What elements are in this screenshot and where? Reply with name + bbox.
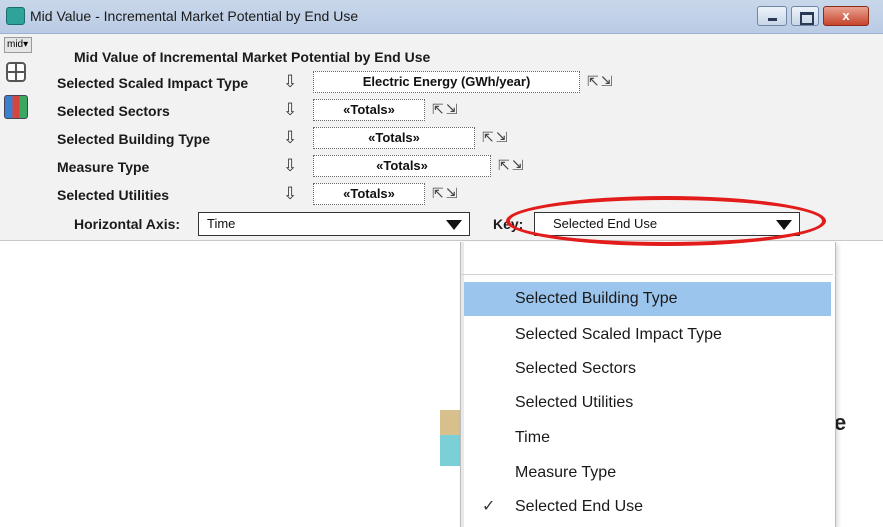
graph-view-icon[interactable]	[4, 95, 28, 119]
dropdown-item-building-type[interactable]: Selected Building Type	[464, 282, 831, 316]
row-action-icons[interactable]: ⇱⇲	[432, 101, 459, 118]
minimize-button[interactable]	[757, 6, 787, 26]
dropdown-item-sectors[interactable]: Selected Sectors	[464, 352, 831, 386]
dropdown-item-label: Selected Scaled Impact Type	[515, 326, 722, 343]
dropdown-item-label: Measure Type	[515, 464, 617, 481]
dropdown-item-label: Selected Sectors	[515, 360, 636, 377]
key-dropdown-list[interactable]: Selected Building Type Selected Scaled I…	[460, 242, 836, 527]
row-action-icons[interactable]: ⇱⇲	[587, 73, 614, 90]
building-type-field[interactable]: «Totals»	[313, 127, 475, 149]
horizontal-axis-value: Time	[207, 216, 236, 231]
dropdown-header-strip	[461, 242, 833, 275]
app-icon	[6, 7, 25, 25]
horizontal-axis-select[interactable]: Time	[198, 212, 470, 236]
maximize-button[interactable]	[791, 6, 819, 26]
dropdown-item-end-use[interactable]: ✓ Selected End Use	[464, 490, 831, 524]
close-icon: x	[842, 8, 850, 23]
dropdown-item-utilities[interactable]: Selected Utilities	[464, 386, 831, 420]
row-action-icons[interactable]: ⇱⇲	[498, 157, 525, 174]
utilities-field[interactable]: «Totals»	[313, 183, 425, 205]
panel-heading: Mid Value of Incremental Market Potentia…	[74, 49, 431, 65]
row-action-icons[interactable]: ⇱⇲	[482, 129, 509, 146]
table-view-icon[interactable]	[6, 62, 26, 82]
checkmark-icon: ✓	[482, 498, 496, 515]
title-bar[interactable]: Mid Value - Incremental Market Potential…	[0, 0, 883, 34]
sectors-field[interactable]: «Totals»	[313, 99, 425, 121]
down-arrow-icon[interactable]: ⇩	[283, 185, 297, 203]
down-arrow-icon[interactable]: ⇩	[283, 73, 297, 91]
measure-type-field[interactable]: «Totals»	[313, 155, 491, 177]
horizontal-axis-label: Horizontal Axis:	[74, 216, 181, 232]
close-button[interactable]: x	[823, 6, 869, 26]
row-label-building-type: Selected Building Type	[57, 131, 210, 147]
dropdown-item-label: Time	[515, 429, 550, 446]
minimize-icon	[768, 18, 777, 21]
down-arrow-icon[interactable]: ⇩	[283, 129, 297, 147]
dropdown-item-measure-type[interactable]: Measure Type	[464, 456, 831, 490]
row-action-icons[interactable]: ⇱⇲	[432, 185, 459, 202]
window-title: Mid Value - Incremental Market Potential…	[30, 8, 359, 24]
row-label-scaled-impact: Selected Scaled Impact Type	[57, 75, 249, 91]
row-label-sectors: Selected Sectors	[57, 103, 170, 119]
annotation-circle	[506, 196, 826, 246]
scaled-impact-field[interactable]: Electric Energy (GWh/year)	[313, 71, 580, 93]
dropdown-item-label: Selected Building Type	[515, 290, 678, 307]
down-arrow-icon[interactable]: ⇩	[283, 157, 297, 175]
mid-dropdown-button[interactable]: mid▾	[4, 37, 32, 53]
dropdown-item-label: Selected Utilities	[515, 394, 634, 411]
maximize-icon	[800, 12, 814, 25]
chevron-down-icon	[446, 220, 462, 230]
dropdown-item-label: Selected End Use	[515, 498, 644, 515]
dropdown-item-time[interactable]: Time	[464, 421, 831, 455]
row-label-utilities: Selected Utilities	[57, 187, 170, 203]
dropdown-item-scaled-impact-type[interactable]: Selected Scaled Impact Type	[464, 318, 831, 352]
row-label-measure-type: Measure Type	[57, 159, 150, 175]
chart-background-fragment	[440, 410, 460, 466]
down-arrow-icon[interactable]: ⇩	[283, 101, 297, 119]
